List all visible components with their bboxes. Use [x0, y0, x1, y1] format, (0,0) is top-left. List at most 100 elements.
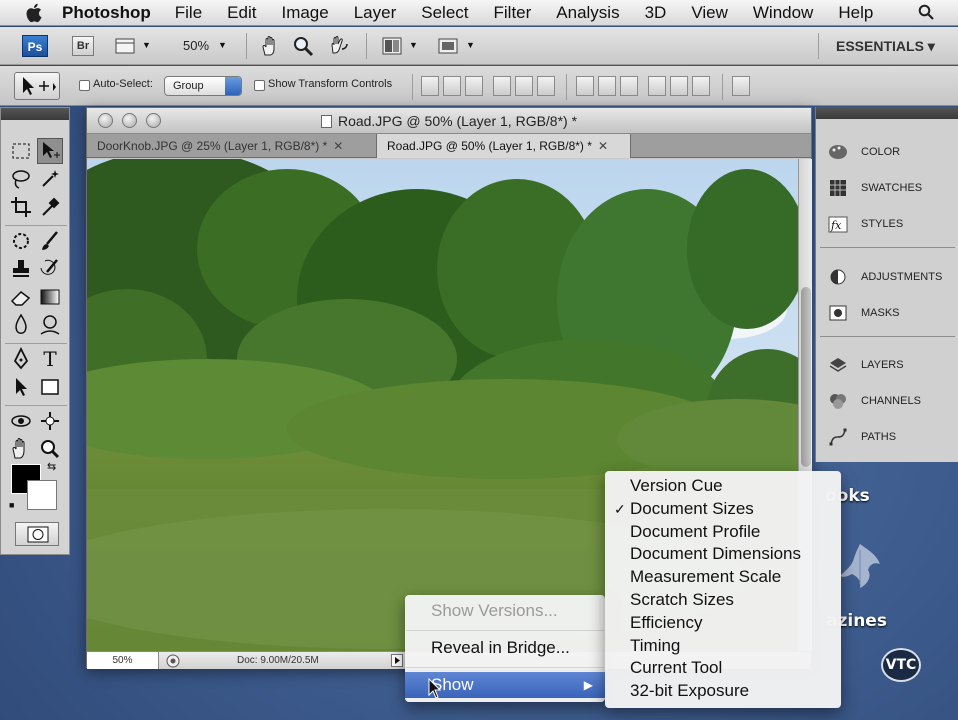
- marquee-tool-icon[interactable]: [8, 138, 34, 164]
- tools-panel-titlebar[interactable]: [1, 108, 69, 120]
- menu-edit[interactable]: Edit: [227, 3, 256, 23]
- magic-wand-tool-icon[interactable]: [37, 166, 63, 192]
- spot-healing-tool-icon[interactable]: [8, 228, 34, 254]
- submenu-item-version-cue[interactable]: Version Cue: [605, 475, 841, 498]
- gradient-tool-icon[interactable]: [37, 284, 63, 310]
- background-color-swatch[interactable]: [27, 480, 57, 510]
- scrollbar-thumb[interactable]: [801, 287, 811, 467]
- status-info-icon[interactable]: [166, 654, 180, 668]
- submenu-item-32bit-exposure[interactable]: 32-bit Exposure: [605, 680, 841, 703]
- chevron-down-icon[interactable]: ▼: [466, 40, 475, 50]
- distribute-top-button[interactable]: [576, 76, 594, 96]
- path-selection-tool-icon[interactable]: [8, 374, 34, 400]
- rotate-view-icon[interactable]: [328, 35, 350, 57]
- menu-filter[interactable]: Filter: [494, 3, 532, 23]
- swap-colors-icon[interactable]: ⇆: [47, 460, 56, 473]
- chevron-down-icon[interactable]: ▼: [218, 40, 227, 50]
- blur-tool-icon[interactable]: [8, 312, 34, 338]
- minimize-window-button[interactable]: [122, 113, 137, 128]
- app-menu-photoshop[interactable]: Photoshop: [62, 3, 151, 23]
- tab-doorknob[interactable]: DoorKnob.JPG @ 25% (Layer 1, RGB/8*) * ✕: [87, 134, 377, 158]
- auto-align-layers-button[interactable]: [732, 76, 750, 96]
- apple-icon[interactable]: [24, 3, 46, 23]
- menu-file[interactable]: File: [175, 3, 202, 23]
- move-tool-icon[interactable]: [37, 138, 63, 164]
- menu-item-reveal-in-bridge[interactable]: Reveal in Bridge...: [405, 635, 605, 661]
- submenu-item-scratch-sizes[interactable]: Scratch Sizes: [605, 589, 841, 612]
- auto-select-dropdown[interactable]: Group: [164, 76, 242, 96]
- quick-mask-button[interactable]: [15, 522, 59, 546]
- menu-analysis[interactable]: Analysis: [556, 3, 619, 23]
- align-right-edges-button[interactable]: [537, 76, 555, 96]
- distribute-left-button[interactable]: [648, 76, 666, 96]
- close-tab-icon[interactable]: ✕: [333, 139, 343, 153]
- align-left-edges-button[interactable]: [493, 76, 511, 96]
- chevron-down-icon[interactable]: ▼: [142, 40, 151, 50]
- panel-swatches[interactable]: SWATCHES: [826, 176, 951, 200]
- menu-3d[interactable]: 3D: [645, 3, 667, 23]
- show-transform-checkbox[interactable]: [254, 80, 265, 91]
- submenu-item-efficiency[interactable]: Efficiency: [605, 612, 841, 635]
- hand-tool-icon[interactable]: [259, 35, 281, 57]
- workspace-switcher[interactable]: ESSENTIALS ▾: [836, 38, 935, 55]
- panel-color[interactable]: COLOR: [826, 140, 951, 164]
- default-colors-icon[interactable]: ■: [9, 500, 14, 510]
- type-tool-icon[interactable]: T: [37, 346, 63, 372]
- panel-channels[interactable]: CHANNELS: [826, 389, 951, 413]
- arrange-documents-icon[interactable]: [381, 35, 403, 57]
- distribute-hcenter-button[interactable]: [670, 76, 688, 96]
- view-extras-icon[interactable]: [114, 35, 136, 57]
- zoom-window-button[interactable]: [146, 113, 161, 128]
- submenu-item-document-sizes[interactable]: ✓ Document Sizes: [605, 498, 841, 521]
- menu-help[interactable]: Help: [838, 3, 873, 23]
- panel-styles[interactable]: fx STYLES: [826, 212, 951, 236]
- panel-layers[interactable]: LAYERS: [826, 353, 951, 377]
- zoom-tool-icon[interactable]: [292, 35, 314, 57]
- distribute-bottom-button[interactable]: [620, 76, 638, 96]
- status-zoom-field[interactable]: 50%: [87, 652, 159, 669]
- align-bottom-edges-button[interactable]: [465, 76, 483, 96]
- hand-tool-icon[interactable]: [8, 436, 34, 462]
- tab-road[interactable]: Road.JPG @ 50% (Layer 1, RGB/8*) * ✕: [377, 134, 631, 158]
- crop-tool-icon[interactable]: [8, 194, 34, 220]
- status-menu-button[interactable]: [391, 654, 403, 667]
- 3d-rotate-tool-icon[interactable]: [8, 408, 34, 434]
- 3d-camera-tool-icon[interactable]: [37, 408, 63, 434]
- align-top-edges-button[interactable]: [421, 76, 439, 96]
- menu-image[interactable]: Image: [281, 3, 328, 23]
- distribute-vcenter-button[interactable]: [598, 76, 616, 96]
- eraser-tool-icon[interactable]: [8, 284, 34, 310]
- close-window-button[interactable]: [98, 113, 113, 128]
- distribute-right-button[interactable]: [692, 76, 710, 96]
- dodge-tool-icon[interactable]: [37, 312, 63, 338]
- align-horizontal-centers-button[interactable]: [515, 76, 533, 96]
- menu-select[interactable]: Select: [421, 3, 468, 23]
- zoom-level-popup[interactable]: 50%: [183, 38, 209, 53]
- menu-view[interactable]: View: [691, 3, 728, 23]
- panel-adjustments[interactable]: ADJUSTMENTS: [826, 265, 951, 289]
- clone-stamp-tool-icon[interactable]: [8, 256, 34, 282]
- align-vertical-centers-button[interactable]: [443, 76, 461, 96]
- auto-select-checkbox[interactable]: [79, 80, 90, 91]
- submenu-item-measurement-scale[interactable]: Measurement Scale: [605, 566, 841, 589]
- lasso-tool-icon[interactable]: [8, 166, 34, 192]
- zoom-tool-icon[interactable]: [37, 436, 63, 462]
- history-brush-tool-icon[interactable]: [37, 256, 63, 282]
- document-titlebar[interactable]: Road.JPG @ 50% (Layer 1, RGB/8*) *: [87, 108, 811, 134]
- menu-layer[interactable]: Layer: [354, 3, 397, 23]
- screen-mode-icon[interactable]: [437, 35, 459, 57]
- submenu-item-document-dimensions[interactable]: Document Dimensions: [605, 543, 841, 566]
- brush-tool-icon[interactable]: [37, 228, 63, 254]
- eyedropper-tool-icon[interactable]: [37, 194, 63, 220]
- submenu-item-document-profile[interactable]: Document Profile: [605, 521, 841, 544]
- tool-preset-picker[interactable]: [14, 72, 60, 100]
- rectangle-tool-icon[interactable]: [37, 374, 63, 400]
- menu-window[interactable]: Window: [753, 3, 813, 23]
- submenu-item-timing[interactable]: Timing: [605, 635, 841, 658]
- close-tab-icon[interactable]: ✕: [598, 139, 608, 153]
- launch-bridge-button[interactable]: Br: [72, 36, 94, 56]
- spotlight-search-icon[interactable]: [918, 4, 934, 20]
- panel-masks[interactable]: MASKS: [826, 301, 951, 325]
- chevron-down-icon[interactable]: ▼: [409, 40, 418, 50]
- panel-dock-titlebar[interactable]: [816, 107, 958, 119]
